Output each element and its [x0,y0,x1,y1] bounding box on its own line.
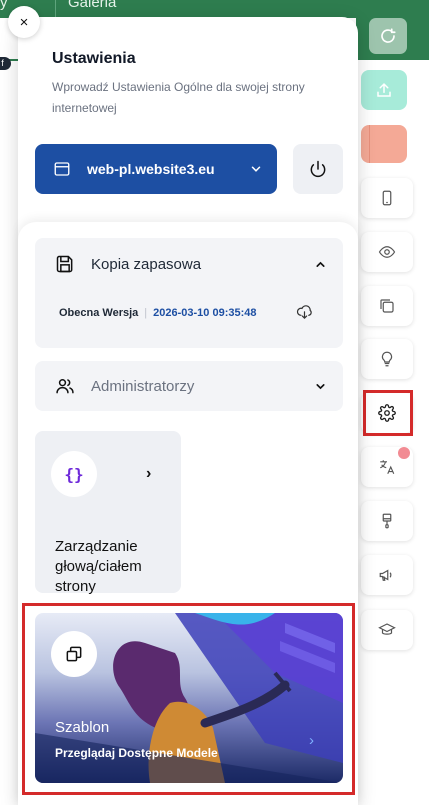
eye-icon [378,246,396,258]
admins-accordion-header[interactable]: Administratorzy [55,375,327,397]
pages-button[interactable] [361,286,413,326]
power-button[interactable] [293,144,343,194]
notification-dot [398,447,410,459]
current-version-date: 2026-03-10 09:35:48 [153,306,257,319]
current-version-label: Obecna Wersja [59,306,139,319]
preview-button[interactable] [361,232,413,272]
template-highlight-frame [22,603,355,795]
design-button[interactable] [361,501,413,541]
backup-accordion-header[interactable]: Kopia zapasowa [55,253,327,275]
mobile-view-button[interactable] [361,178,413,218]
marketing-button[interactable] [361,555,413,595]
site-selector-value: web-pl.website3.eu [87,161,215,177]
bulb-icon [381,351,393,367]
cloud-download-icon[interactable] [296,304,313,321]
tab-fragment: y [0,0,8,11]
browser-window-icon [54,162,70,176]
rail-action-button[interactable] [361,125,407,163]
users-icon [56,379,74,394]
graduation-cap-icon [378,623,396,635]
admins-title: Administratorzy [91,377,195,395]
megaphone-icon [379,569,392,581]
backup-title: Kopia zapasowa [91,255,202,273]
refresh-button[interactable] [369,18,407,54]
current-version-row: Obecna Wersja | 2026-03-10 09:35:48 [59,304,313,321]
power-icon [310,160,326,178]
chevron-up-icon [316,261,325,267]
settings-highlight-frame [363,390,413,436]
chevron-down-icon [251,166,261,172]
code-braces-icon: {} [51,451,97,497]
pages-icon [380,299,394,313]
floppy-disk-icon [56,255,73,273]
tab-gallery[interactable]: Galeria [68,0,116,11]
chevron-right-icon: › [146,465,152,482]
admins-accordion[interactable]: Administratorzy [35,361,343,411]
tab-divider [55,0,56,18]
head-body-card[interactable]: {} › Zarządzanie głową/ciałem strony [35,431,181,595]
backup-accordion: Kopia zapasowa Obecna Wersja | 2026-03-1… [35,238,343,348]
editor-badge: f [0,57,11,70]
upload-icon [377,82,391,97]
publish-button[interactable] [361,70,407,110]
academy-button[interactable] [361,610,413,650]
brush-icon [382,513,392,529]
panel-description: Wprowadź Ustawienia Ogólne dla swojej st… [52,80,305,115]
close-button[interactable]: × [8,6,40,38]
version-separator: | [144,306,148,319]
head-body-label: Zarządzanie głową/ciałem strony [55,538,142,595]
refresh-icon [381,28,396,43]
translate-icon [380,460,395,474]
mobile-icon [382,190,392,206]
chevron-down-icon [316,383,325,389]
panel-title: Ustawienia [52,50,136,67]
site-selector[interactable]: web-pl.website3.eu [35,144,277,194]
tips-button[interactable] [361,339,413,379]
